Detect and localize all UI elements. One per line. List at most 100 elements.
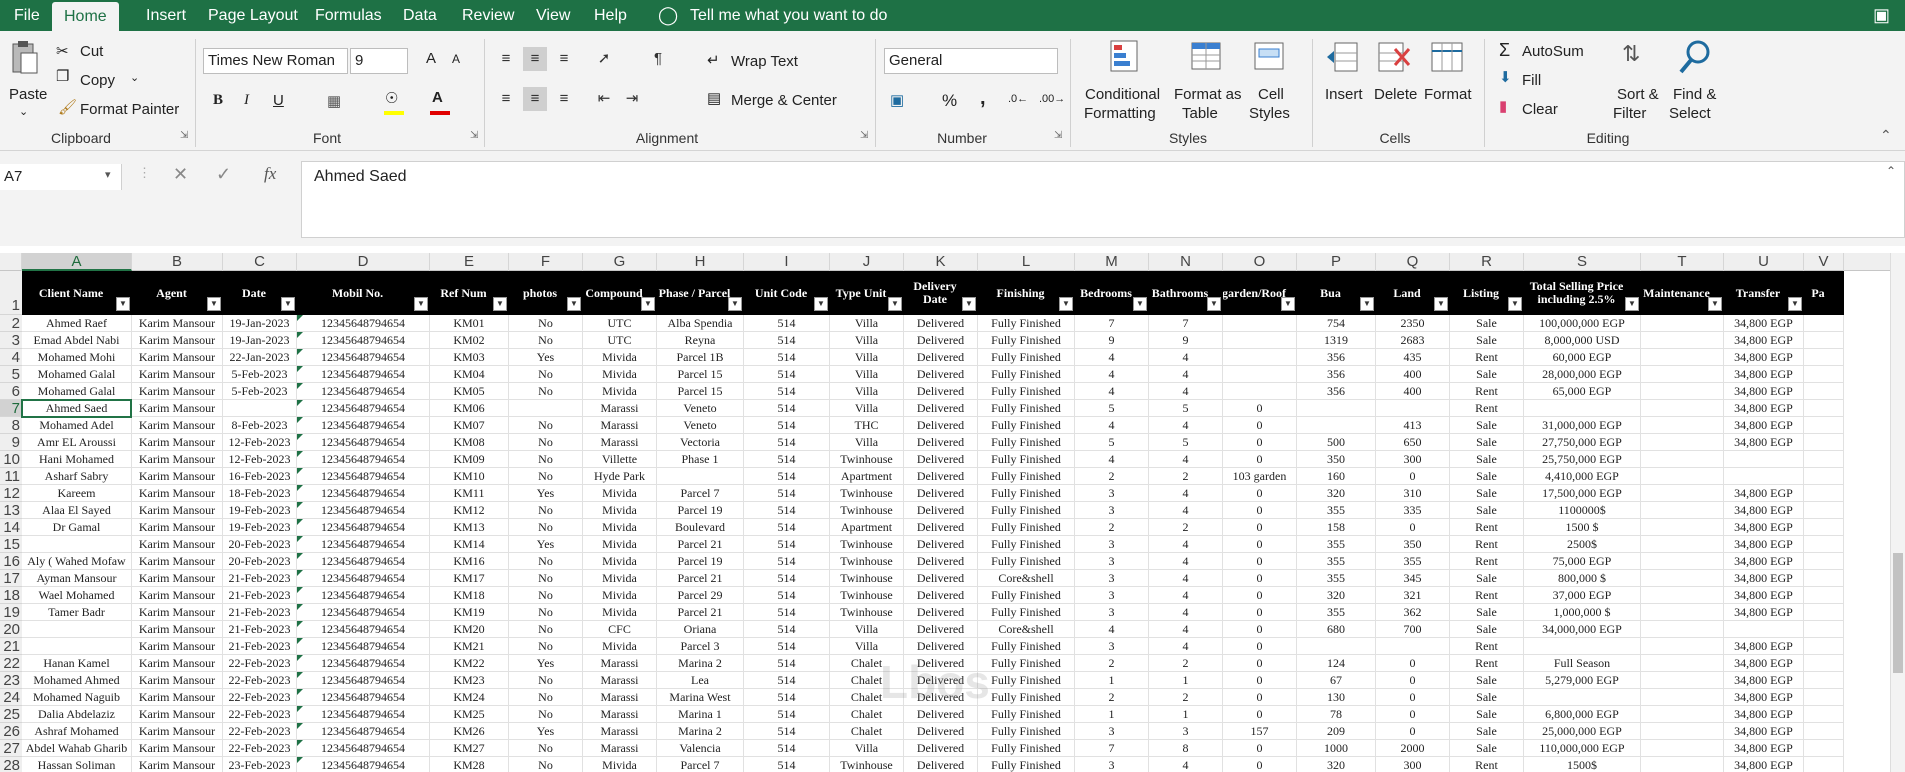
- cell[interactable]: 19-Jan-2023: [223, 315, 297, 332]
- cell[interactable]: No: [509, 553, 583, 570]
- cell[interactable]: 0: [1376, 723, 1450, 740]
- cell[interactable]: Sale: [1450, 485, 1524, 502]
- column-header-i[interactable]: I: [744, 253, 830, 271]
- cell[interactable]: [1641, 434, 1724, 451]
- cell[interactable]: KM14: [430, 536, 509, 553]
- cell[interactable]: Delivered: [904, 502, 978, 519]
- cell[interactable]: 7: [1075, 315, 1149, 332]
- cell[interactable]: 2: [1149, 655, 1223, 672]
- cell[interactable]: 22-Feb-2023: [223, 672, 297, 689]
- cell[interactable]: 34,800 EGP: [1724, 587, 1804, 604]
- cell[interactable]: 34,800 EGP: [1724, 349, 1804, 366]
- comments-icon[interactable]: ▣: [1873, 0, 1890, 31]
- cell[interactable]: 19-Jan-2023: [223, 332, 297, 349]
- cell[interactable]: 34,800 EGP: [1724, 655, 1804, 672]
- cell[interactable]: Fully Finished: [978, 315, 1075, 332]
- cell[interactable]: [1641, 519, 1724, 536]
- cell[interactable]: 34,800 EGP: [1724, 519, 1804, 536]
- cell[interactable]: No: [509, 451, 583, 468]
- cell[interactable]: No: [509, 587, 583, 604]
- row-header[interactable]: 12: [0, 485, 22, 502]
- row-header[interactable]: 27: [0, 740, 22, 757]
- cell[interactable]: Sale: [1450, 689, 1524, 706]
- cell[interactable]: 0: [1223, 604, 1297, 621]
- cell[interactable]: 21-Feb-2023: [223, 604, 297, 621]
- cell[interactable]: KM12: [430, 502, 509, 519]
- cell[interactable]: [1297, 400, 1376, 417]
- cell[interactable]: [1804, 723, 1844, 740]
- font-size-select[interactable]: 9: [350, 48, 408, 74]
- cell[interactable]: No: [509, 366, 583, 383]
- cell[interactable]: Chalet: [830, 672, 904, 689]
- cell[interactable]: Yes: [509, 485, 583, 502]
- cell[interactable]: Twinhouse: [830, 570, 904, 587]
- cell[interactable]: Marassi: [583, 706, 657, 723]
- cell[interactable]: Mohamed Ahmed: [22, 672, 132, 689]
- cell[interactable]: [22, 638, 132, 655]
- cell[interactable]: 12345648794654: [297, 672, 430, 689]
- cell[interactable]: Delivered: [904, 519, 978, 536]
- cell[interactable]: [1641, 757, 1724, 772]
- cell[interactable]: No: [509, 383, 583, 400]
- cell[interactable]: [1724, 451, 1804, 468]
- cell[interactable]: 22-Feb-2023: [223, 706, 297, 723]
- cell[interactable]: 355: [1297, 604, 1376, 621]
- row-header[interactable]: 19: [0, 604, 22, 621]
- filter-dropdown-icon[interactable]: ▼: [1434, 297, 1448, 311]
- filter-dropdown-icon[interactable]: ▼: [888, 297, 902, 311]
- cell[interactable]: Karim Mansour: [132, 349, 223, 366]
- increase-indent-icon[interactable]: ⇥: [620, 87, 644, 111]
- column-header-j[interactable]: J: [830, 253, 904, 271]
- cell[interactable]: Delivered: [904, 740, 978, 757]
- cell[interactable]: Delivered: [904, 587, 978, 604]
- cell[interactable]: [1804, 740, 1844, 757]
- column-header-l[interactable]: L: [978, 253, 1075, 271]
- delete-cells-icon[interactable]: [1377, 41, 1411, 73]
- filter-dropdown-icon[interactable]: ▼: [281, 297, 295, 311]
- column-header-o[interactable]: O: [1223, 253, 1297, 271]
- cell[interactable]: 514: [744, 434, 830, 451]
- cell[interactable]: 754: [1297, 315, 1376, 332]
- cell[interactable]: Karim Mansour: [132, 689, 223, 706]
- cell[interactable]: 1,000,000 $: [1524, 604, 1641, 621]
- cell[interactable]: Delivered: [904, 468, 978, 485]
- cell[interactable]: Delivered: [904, 655, 978, 672]
- cell[interactable]: Parcel 7: [657, 757, 744, 772]
- cell[interactable]: 2: [1075, 655, 1149, 672]
- cut-icon[interactable]: ✂: [56, 42, 69, 60]
- cell[interactable]: 3: [1149, 723, 1223, 740]
- cell[interactable]: 3: [1075, 587, 1149, 604]
- cell[interactable]: 21-Feb-2023: [223, 621, 297, 638]
- scrollbar-thumb[interactable]: [1893, 553, 1903, 673]
- cell[interactable]: Parcel 15: [657, 366, 744, 383]
- cell[interactable]: No: [509, 621, 583, 638]
- cell[interactable]: 4: [1149, 536, 1223, 553]
- cell[interactable]: Karim Mansour: [132, 621, 223, 638]
- cell[interactable]: 2: [1149, 689, 1223, 706]
- cell[interactable]: [1641, 672, 1724, 689]
- cell[interactable]: 28,000,000 EGP: [1524, 366, 1641, 383]
- cell[interactable]: 8-Feb-2023: [223, 417, 297, 434]
- cell[interactable]: 21-Feb-2023: [223, 638, 297, 655]
- cell[interactable]: Sale: [1450, 434, 1524, 451]
- cell[interactable]: Rent: [1450, 349, 1524, 366]
- column-header-h[interactable]: H: [657, 253, 744, 271]
- cell[interactable]: Karim Mansour: [132, 400, 223, 417]
- tab-review[interactable]: Review: [462, 0, 514, 31]
- cell[interactable]: Parcel 21: [657, 536, 744, 553]
- cell[interactable]: Marassi: [583, 434, 657, 451]
- cell[interactable]: No: [509, 740, 583, 757]
- cell[interactable]: 4: [1075, 621, 1149, 638]
- cell[interactable]: No: [509, 417, 583, 434]
- cell[interactable]: Rent: [1450, 400, 1524, 417]
- cell[interactable]: 9: [1075, 332, 1149, 349]
- cell[interactable]: 25,000,000 EGP: [1524, 723, 1641, 740]
- cell[interactable]: 1500 $: [1524, 519, 1641, 536]
- insert-function-icon[interactable]: fx: [264, 164, 276, 184]
- cell[interactable]: Twinhouse: [830, 485, 904, 502]
- expand-formula-icon[interactable]: ⌃: [1886, 164, 1896, 178]
- cell[interactable]: 514: [744, 349, 830, 366]
- cell[interactable]: 0: [1376, 655, 1450, 672]
- align-right-icon[interactable]: ≡: [552, 87, 576, 111]
- cell[interactable]: 4,410,000 EGP: [1524, 468, 1641, 485]
